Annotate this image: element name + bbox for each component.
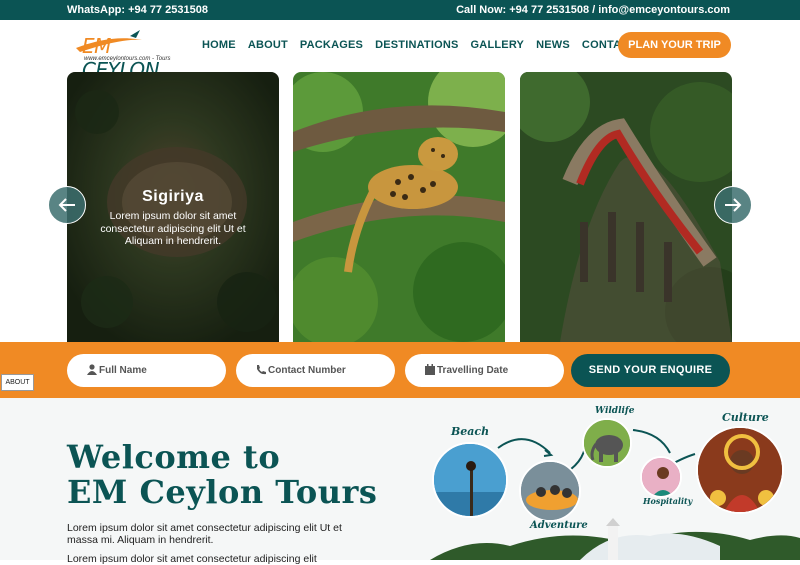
nav-packages[interactable]: PACKAGES (300, 39, 363, 51)
nav-destinations[interactable]: DESTINATIONS (375, 39, 458, 51)
leopard-image (293, 72, 505, 342)
about-paragraph-2: Lorem ipsum dolor sit amet consectetur a… (67, 553, 317, 565)
nav-about[interactable]: ABOUT (248, 39, 288, 51)
carousel-slide-leopard[interactable] (293, 72, 505, 342)
whatsapp-number[interactable]: WhatsApp: +94 77 2531508 (67, 4, 208, 16)
travelling-date-placeholder: Travelling Date (437, 365, 509, 376)
feature-label-wildlife: Wildlife (595, 406, 635, 416)
calendar-icon (425, 364, 435, 375)
wildlife-image (582, 418, 632, 468)
contact-number-placeholder: Contact Number (268, 365, 346, 376)
about-tag[interactable]: ABOUT (1, 374, 34, 391)
beach-image (432, 442, 508, 518)
nav-home[interactable]: HOME (202, 39, 236, 51)
phone-icon (257, 365, 266, 375)
top-contact-bar: WhatsApp: +94 77 2531508 Call Now: +94 7… (0, 0, 800, 20)
user-icon (87, 364, 97, 375)
nav-news[interactable]: NEWS (536, 39, 570, 51)
enquiry-form: Full Name Contact Number Travelling Date… (0, 342, 800, 398)
culture-image (696, 426, 784, 514)
about-section: Welcome to EM Ceylon Tours Lorem ipsum d… (0, 398, 800, 565)
about-paragraph: Lorem ipsum dolor sit amet consectetur a… (67, 522, 342, 546)
carousel-slide-train[interactable] (520, 72, 732, 342)
send-enquiry-button[interactable]: SEND YOUR ENQUIRE (571, 354, 730, 387)
hospitality-image (640, 456, 682, 498)
feature-label-beach: Beach (451, 425, 490, 438)
site-header: EM CEYLON www.emceylontours.com - Tours … (0, 20, 800, 82)
carousel-prev-button[interactable] (48, 186, 86, 224)
call-info[interactable]: Call Now: +94 77 2531508 / info@emceyont… (456, 4, 730, 16)
arrow-right-icon (725, 198, 742, 212)
arrow-left-icon (58, 198, 75, 212)
landscape-strip-image (430, 518, 800, 560)
sigiriya-image (67, 72, 279, 342)
slide-title: Sigiriya (142, 188, 204, 205)
train-bridge-image (520, 72, 732, 342)
travelling-date-field[interactable]: Travelling Date (405, 354, 564, 387)
site-logo[interactable]: EM CEYLON www.emceylontours.com - Tours (72, 26, 192, 82)
full-name-placeholder: Full Name (99, 365, 147, 376)
welcome-title: Welcome to EM Ceylon Tours (67, 438, 378, 511)
contact-number-field[interactable]: Contact Number (236, 354, 395, 387)
main-nav: HOME ABOUT PACKAGES DESTINATIONS GALLERY… (202, 39, 636, 51)
nav-gallery[interactable]: GALLERY (471, 39, 525, 51)
feature-label-culture: Culture (722, 411, 769, 424)
feature-label-hospitality: Hospitality (643, 496, 693, 506)
adventure-image (519, 460, 581, 522)
carousel-slide-sigiriya[interactable]: Sigiriya Lorem ipsum dolor sit amet cons… (67, 72, 279, 342)
plan-your-trip-button[interactable]: PLAN YOUR TRIP (618, 32, 731, 58)
carousel-next-button[interactable] (714, 186, 752, 224)
hero-carousel: Sigiriya Lorem ipsum dolor sit amet cons… (0, 70, 800, 342)
full-name-field[interactable]: Full Name (67, 354, 226, 387)
logo-tagline: www.emceylontours.com - Tours (84, 56, 171, 62)
slide-description: Lorem ipsum dolor sit amet consectetur a… (100, 210, 246, 247)
